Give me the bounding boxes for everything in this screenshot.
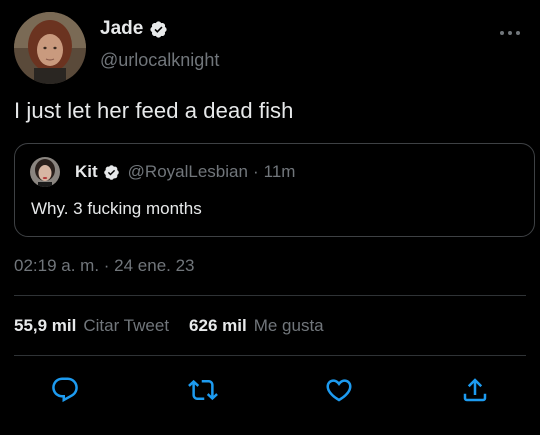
divider [14, 295, 526, 296]
tweet-text: I just let her feed a dead fish [14, 98, 294, 123]
author-avatar[interactable] [14, 12, 86, 84]
divider [14, 355, 526, 356]
retweet-icon [188, 379, 218, 401]
reply-icon [52, 377, 78, 403]
heart-icon [326, 379, 352, 402]
quoted-tweet-text: Why. 3 fucking months [31, 199, 202, 218]
quoted-tweet-header: Kit @RoyalLesbian · 11m [75, 162, 295, 182]
quoted-author-handle: @RoyalLesbian [127, 162, 248, 181]
quoted-author-avatar [30, 157, 60, 187]
like-button[interactable] [324, 375, 354, 405]
quoted-tweet-card[interactable]: Kit @RoyalLesbian · 11m Why. 3 fucking m… [14, 143, 535, 237]
author-name[interactable]: Jade [100, 18, 143, 40]
verified-badge-icon [150, 20, 167, 38]
share-icon [463, 378, 487, 402]
retweet-button[interactable] [188, 375, 218, 405]
share-button[interactable] [460, 375, 490, 405]
reply-button[interactable] [50, 375, 80, 405]
quoted-time-ago: 11m [263, 162, 296, 181]
avatar-photo-icon [30, 157, 60, 187]
author-name-row[interactable]: Jade [100, 18, 168, 40]
avatar-photo-icon [14, 12, 86, 84]
more-options-icon[interactable] [497, 26, 523, 40]
quoted-author-name: Kit [75, 162, 98, 181]
tweet-timestamp[interactable]: 02:19 a. m. · 24 ene. 23 [14, 256, 195, 276]
quoted-separator: · [252, 162, 259, 181]
author-handle[interactable]: @urlocalknight [100, 50, 219, 71]
quotes-label[interactable]: Citar Tweet [83, 316, 169, 336]
likes-count[interactable]: 626 mil [189, 316, 247, 336]
tweet-detail: Jade @urlocalknight I just let her feed … [0, 0, 540, 435]
quotes-count[interactable]: 55,9 mil [14, 316, 76, 336]
likes-label[interactable]: Me gusta [254, 316, 324, 336]
tweet-stats: 55,9 mil Citar Tweet 626 mil Me gusta [14, 316, 344, 336]
verified-badge-icon [103, 164, 119, 180]
